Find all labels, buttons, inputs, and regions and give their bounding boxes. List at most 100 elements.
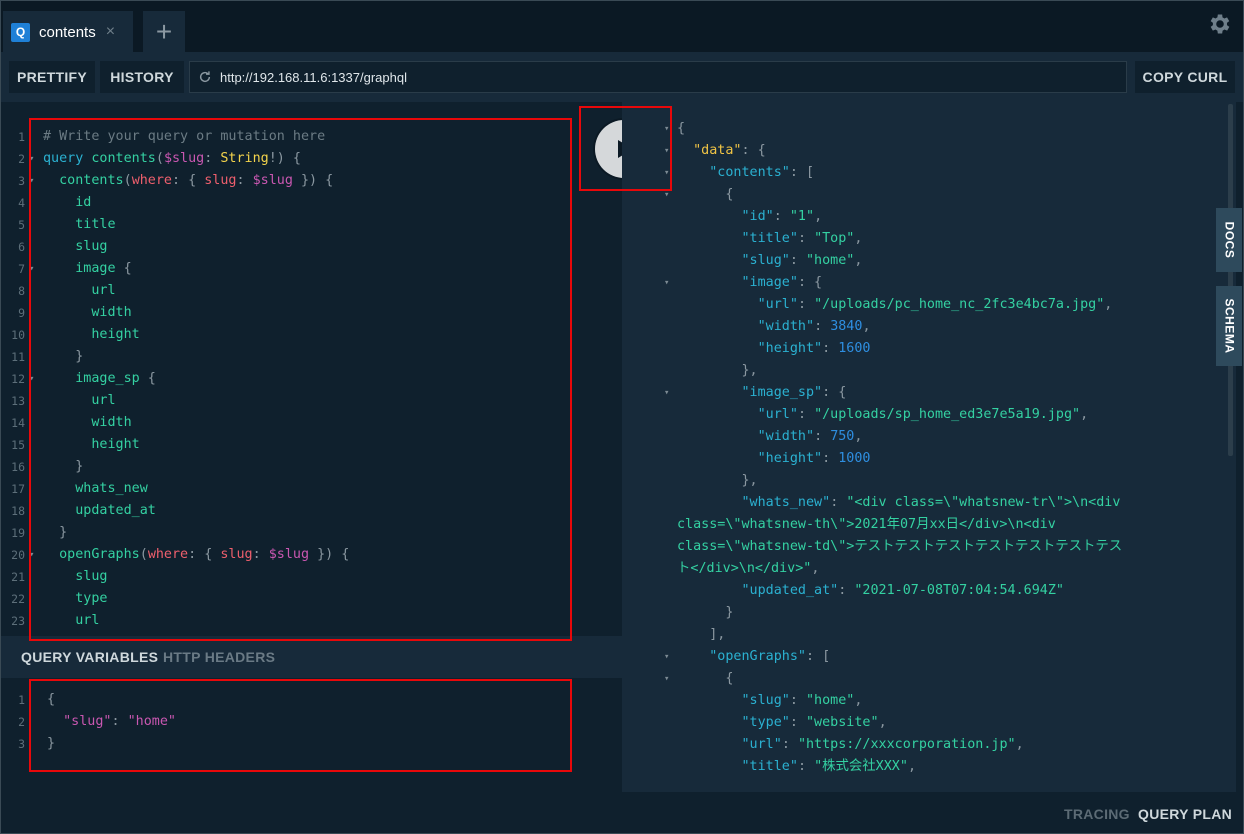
code-token: "whats_new" xyxy=(677,495,831,510)
code-token: "contents" xyxy=(677,165,790,180)
code-token: 1000 xyxy=(838,451,871,466)
code-token: "slug" xyxy=(677,693,790,708)
code-token: : xyxy=(789,253,806,268)
code-token: 3840 xyxy=(830,319,863,334)
code-token: : xyxy=(781,737,798,752)
code-token: : xyxy=(773,209,790,224)
code-token: : xyxy=(814,429,831,444)
fold-toggle-icon[interactable]: ▾ xyxy=(664,272,669,294)
tab-bar: Q contents × + xyxy=(0,0,1244,53)
code-token: "image_sp" xyxy=(677,385,823,400)
line-number: 6 xyxy=(18,240,25,254)
prettify-button[interactable]: PRETTIFY xyxy=(9,61,95,93)
reload-icon[interactable] xyxy=(198,70,212,84)
code-token: ト</div>\n</div>" xyxy=(677,561,812,576)
code-token: ], xyxy=(677,627,726,642)
code-token: }, xyxy=(677,473,758,488)
code-token: "url" xyxy=(677,737,782,752)
code-token: : xyxy=(830,495,847,510)
docs-tab[interactable]: DOCS xyxy=(1216,208,1242,272)
highlight-box-variables xyxy=(29,679,572,772)
code-token: "url" xyxy=(677,407,798,422)
code-token: , xyxy=(907,759,916,774)
code-token: : { xyxy=(822,385,847,400)
fold-toggle-icon[interactable]: ▾ xyxy=(664,382,669,404)
close-icon[interactable]: × xyxy=(106,23,115,41)
code-token: : { xyxy=(797,275,823,290)
code-token: "/uploads/pc_home_nc_2fc3e4bc7a.jpg" xyxy=(814,297,1105,312)
tab-query-variables[interactable]: QUERY VARIABLES xyxy=(21,649,158,665)
line-number: 12 xyxy=(11,372,25,386)
line-number: 9 xyxy=(18,306,25,320)
code-token: : xyxy=(789,693,806,708)
code-token: "2021-07-08T07:04:54.694Z" xyxy=(854,583,1064,598)
line-number: 22 xyxy=(11,592,25,606)
history-button[interactable]: HISTORY xyxy=(100,61,184,93)
toolbar: PRETTIFY HISTORY http://192.168.11.6:133… xyxy=(1,52,1243,102)
query-plan-tab[interactable]: QUERY PLAN xyxy=(1138,806,1232,822)
code-token: , xyxy=(854,231,863,246)
schema-tab[interactable]: SCHEMA xyxy=(1216,286,1242,366)
code-token: "website" xyxy=(806,715,879,730)
code-token: "株式会社XXX" xyxy=(814,759,908,774)
result-viewer[interactable]: ▾{▾ "data": {▾ "contents": [▾ { "id": "1… xyxy=(622,102,1236,792)
variables-tab-bar: QUERY VARIABLES HTTP HEADERS xyxy=(1,636,622,678)
code-token: 1600 xyxy=(838,341,871,356)
code-token: class=\"whatsnew-td\">テストテストテストテストテストテスト… xyxy=(677,539,1123,554)
code-token: { xyxy=(677,187,734,202)
highlight-box-query xyxy=(29,118,572,641)
code-token: : xyxy=(797,297,815,312)
code-token: , xyxy=(862,319,871,334)
highlight-box-run xyxy=(579,106,672,191)
code-token: : [ xyxy=(789,165,815,180)
tracing-tab[interactable]: TRACING xyxy=(1064,806,1130,822)
line-number: 2 xyxy=(18,715,25,729)
line-number: 13 xyxy=(11,394,25,408)
line-number: 2 xyxy=(18,152,25,166)
line-number: 1 xyxy=(18,130,25,144)
code-token: "width" xyxy=(677,319,815,334)
code-token: "type" xyxy=(677,715,790,730)
fold-toggle-icon[interactable]: ▾ xyxy=(664,646,669,668)
code-token: "https://xxxcorporation.jp" xyxy=(797,737,1016,752)
code-token: : xyxy=(797,231,815,246)
line-number: 10 xyxy=(11,328,25,342)
code-token: , xyxy=(854,253,863,268)
code-token: , xyxy=(1104,297,1113,312)
copy-curl-button[interactable]: COPY CURL xyxy=(1135,61,1235,93)
code-token: "1" xyxy=(789,209,815,224)
fold-toggle-icon[interactable]: ▾ xyxy=(664,668,669,690)
code-token: "height" xyxy=(677,341,823,356)
code-token: { xyxy=(677,671,734,686)
code-token: , xyxy=(1015,737,1024,752)
line-number: 17 xyxy=(11,482,25,496)
code-token: : [ xyxy=(806,649,831,664)
code-token: : xyxy=(838,583,855,598)
code-token: , xyxy=(854,693,863,708)
tab-label: contents xyxy=(39,23,96,41)
code-token: "title" xyxy=(677,231,798,246)
code-token: "width" xyxy=(677,429,815,444)
code-token: : xyxy=(789,715,806,730)
code-token: "id" xyxy=(677,209,774,224)
code-token: : { xyxy=(741,143,766,158)
line-number: 23 xyxy=(11,614,25,628)
code-token: , xyxy=(1080,407,1089,422)
code-token: : xyxy=(822,451,839,466)
gear-icon[interactable] xyxy=(1207,11,1233,37)
code-token: , xyxy=(878,715,887,730)
endpoint-url-field[interactable]: http://192.168.11.6:1337/graphql xyxy=(189,61,1127,93)
code-token: "/uploads/sp_home_ed3e7e5a19.jpg" xyxy=(814,407,1081,422)
line-number: 11 xyxy=(11,350,25,364)
add-tab-button[interactable]: + xyxy=(143,11,185,53)
code-token: "data" xyxy=(677,143,742,158)
result-scrollbar[interactable] xyxy=(1228,104,1233,456)
code-token: "home" xyxy=(806,693,855,708)
line-number: 20 xyxy=(11,548,25,562)
code-token: : xyxy=(797,759,815,774)
code-token: "slug" xyxy=(677,253,790,268)
tab-http-headers[interactable]: HTTP HEADERS xyxy=(163,649,275,665)
tab-contents[interactable]: Q contents × xyxy=(3,11,133,53)
code-token: "title" xyxy=(677,759,798,774)
code-token: : xyxy=(814,319,831,334)
